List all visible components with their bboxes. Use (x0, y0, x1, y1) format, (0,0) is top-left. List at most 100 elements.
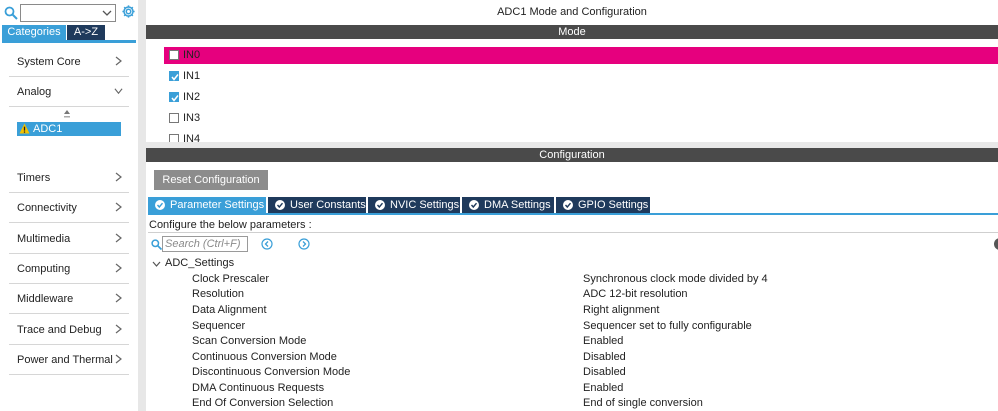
parameter-row[interactable]: Data Alignment Right alignment (146, 304, 998, 319)
channel-row-in2[interactable]: IN2 (164, 89, 998, 106)
parameter-value[interactable]: Disabled (583, 366, 626, 378)
check-circle-icon (563, 200, 573, 210)
search-placeholder: Search (Ctrl+F) (165, 238, 241, 250)
chevron-down-icon[interactable] (152, 260, 161, 268)
chevron-right-icon (115, 354, 122, 364)
category-multimedia[interactable]: Multimedia (9, 224, 129, 254)
parameter-row[interactable]: End Of Conversion Selection End of singl… (146, 397, 998, 411)
tab-parameter-settings[interactable]: Parameter Settings (148, 197, 266, 213)
checkmark-icon (171, 95, 179, 102)
parameter-value[interactable]: End of single conversion (583, 397, 703, 409)
tab-user-constants[interactable]: User Constants (268, 197, 366, 213)
page-title: ADC1 Mode and Configuration (497, 6, 647, 18)
category-label: Multimedia (17, 233, 71, 245)
tab-underline (2, 40, 136, 43)
next-match-icon[interactable] (298, 238, 310, 250)
tab-label: NVIC Settings (390, 199, 460, 211)
category-label: Middleware (17, 293, 74, 305)
mode-header: Mode (146, 25, 998, 39)
peripheral-search-combo[interactable] (20, 4, 116, 22)
channel-checkbox[interactable] (169, 71, 179, 81)
category-trace-and-debug[interactable]: Trace and Debug (9, 315, 129, 345)
category-analog[interactable]: Analog (9, 77, 129, 107)
gear-icon[interactable] (121, 4, 136, 19)
search-icon[interactable] (4, 6, 18, 20)
channel-row-in4[interactable]: IN4 (164, 131, 998, 142)
channel-label: IN4 (183, 133, 201, 142)
parameter-value[interactable]: Enabled (583, 382, 623, 394)
parameter-row[interactable]: Scan Conversion Mode Enabled (146, 335, 998, 350)
parameter-name: DMA Continuous Requests (192, 382, 325, 394)
check-circle-icon (375, 200, 385, 210)
tab-label: GPIO Settings (578, 199, 649, 211)
chevron-down-icon (114, 88, 123, 95)
category-timers[interactable]: Timers (9, 163, 129, 193)
parameter-row[interactable]: DMA Continuous Requests Enabled (146, 382, 998, 397)
parameter-name: Sequencer (192, 320, 246, 332)
chevron-right-icon (115, 202, 122, 212)
tab-gpio-settings[interactable]: GPIO Settings (556, 197, 650, 213)
warning-icon (19, 123, 30, 134)
chevron-right-icon (115, 263, 122, 273)
parameter-value[interactable]: Sequencer set to fully configurable (583, 320, 752, 332)
parameter-value[interactable]: Synchronous clock mode divided by 4 (583, 273, 768, 285)
category-middleware[interactable]: Middleware (9, 284, 129, 314)
chevron-right-icon (115, 233, 122, 243)
category-label: Connectivity (17, 202, 77, 214)
chevron-right-icon (115, 293, 122, 303)
tab-label: Parameter Settings (170, 199, 265, 211)
tab-dma-settings[interactable]: DMA Settings (462, 197, 554, 213)
category-label: Timers (17, 172, 51, 184)
channel-label: IN1 (183, 70, 201, 82)
channel-checkbox[interactable] (169, 134, 179, 142)
category-label: Power and Thermal (17, 354, 113, 366)
category-label: Computing (17, 263, 71, 275)
parameter-row[interactable]: Clock Prescaler Synchronous clock mode d… (146, 273, 998, 288)
parameter-value[interactable]: Disabled (583, 351, 626, 363)
chevron-down-icon[interactable] (102, 8, 112, 18)
category-connectivity[interactable]: Connectivity (9, 193, 129, 223)
sort-icon[interactable] (63, 110, 71, 120)
panel-splitter[interactable] (138, 0, 146, 411)
channel-row-in0[interactable]: IN0 (164, 47, 998, 64)
parameter-value[interactable]: Right alignment (583, 304, 659, 316)
tab-label: User Constants (290, 199, 366, 211)
check-circle-icon (275, 200, 285, 210)
channel-label: IN0 (183, 49, 201, 61)
category-system-core[interactable]: System Core (9, 47, 129, 77)
tab-categories[interactable]: Categories (2, 25, 66, 40)
parameter-value[interactable]: ADC 12-bit resolution (583, 288, 688, 300)
parameter-search-input[interactable]: Search (Ctrl+F) (162, 236, 248, 252)
parameter-name: Scan Conversion Mode (192, 335, 307, 347)
channel-label: IN3 (183, 112, 201, 124)
main-panel: ADC1 Mode and Configuration Mode IN0 IN1… (146, 0, 998, 411)
channel-row-in1[interactable]: IN1 (164, 68, 998, 85)
reset-configuration-button[interactable]: Reset Configuration (154, 170, 268, 190)
configuration-header: Configuration (146, 148, 998, 162)
parameter-value[interactable]: Enabled (583, 335, 623, 347)
info-icon[interactable] (994, 238, 998, 250)
parameter-row[interactable]: Continuous Conversion Mode Disabled (146, 351, 998, 366)
category-computing[interactable]: Computing (9, 254, 129, 284)
parameter-name: Continuous Conversion Mode (192, 351, 337, 363)
channel-checkbox[interactable] (169, 113, 179, 123)
peripheral-label: ADC1 (33, 123, 63, 135)
chevron-right-icon (115, 56, 122, 66)
tab-a-to-z[interactable]: A->Z (67, 25, 105, 40)
channel-row-in3[interactable]: IN3 (164, 110, 998, 127)
configure-instructions: Configure the below parameters : (149, 219, 312, 231)
parameter-row[interactable]: Discontinuous Conversion Mode Disabled (146, 366, 998, 381)
peripheral-search-row (4, 4, 136, 22)
channel-label: IN2 (183, 91, 201, 103)
parameter-row[interactable]: Sequencer Sequencer set to fully configu… (146, 320, 998, 335)
channel-checkbox[interactable] (169, 50, 179, 60)
check-circle-icon (155, 200, 165, 210)
category-power-and-thermal[interactable]: Power and Thermal (9, 345, 129, 375)
parameter-name: Data Alignment (192, 304, 267, 316)
channel-checkbox[interactable] (169, 92, 179, 102)
peripheral-item-adc1[interactable]: ADC1 (17, 122, 121, 136)
parameter-row[interactable]: Resolution ADC 12-bit resolution (146, 288, 998, 303)
tab-nvic-settings[interactable]: NVIC Settings (368, 197, 460, 213)
previous-match-icon[interactable] (261, 238, 273, 250)
parameter-name: End Of Conversion Selection (192, 397, 334, 409)
